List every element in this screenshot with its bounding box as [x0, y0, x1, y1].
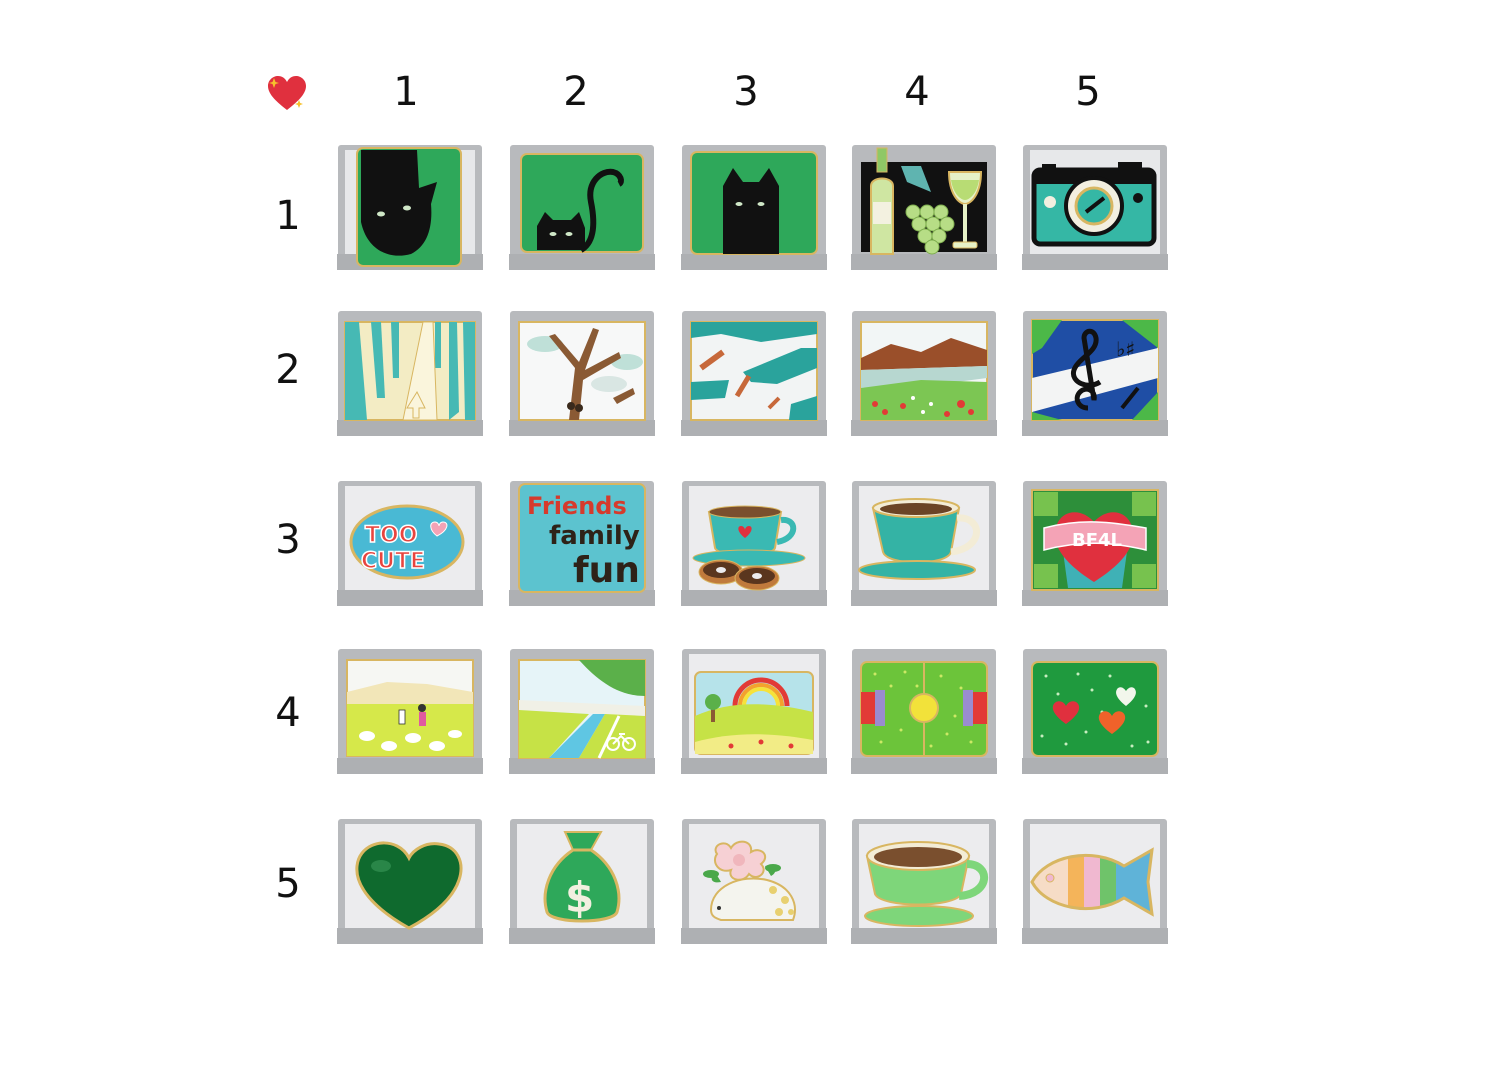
- bf4l-label: BF4L: [1072, 530, 1122, 551]
- row-number-4: 4: [275, 690, 301, 736]
- family-label: family: [549, 521, 640, 551]
- charm-meadow-people: [337, 646, 483, 776]
- charm-green-cup: [851, 816, 997, 946]
- row-number-5: 5: [275, 861, 301, 907]
- charm-flower-valley: [851, 308, 997, 438]
- charm-teal-cup: [851, 478, 997, 608]
- svg-text:♭♯: ♭♯: [1116, 337, 1135, 361]
- svg-text:$: $: [565, 873, 594, 922]
- row-number-3: 3: [275, 517, 301, 563]
- fun-label: fun: [573, 550, 640, 591]
- column-number-4: 4: [904, 69, 930, 115]
- charm-black-cat-sitting: [681, 142, 827, 272]
- charm-green-heart: [337, 816, 483, 946]
- charm-too-cute: TOO CUTE: [337, 478, 483, 608]
- charm-music-notes: ♭♯: [1022, 308, 1168, 438]
- friends-label: Friends: [527, 492, 627, 520]
- row-number-2: 2: [275, 347, 301, 393]
- cute-label: CUTE: [361, 549, 425, 574]
- charm-wine-and-grapes: [851, 142, 997, 272]
- charm-teal-camera: [1022, 142, 1168, 272]
- sparkling-heart-icon: [266, 74, 308, 114]
- column-number-3: 3: [733, 69, 759, 115]
- charm-money-bag: $: [509, 816, 655, 946]
- charm-hedgehog-flower: [681, 816, 827, 946]
- charm-striped-fish: [1022, 816, 1168, 946]
- charm-cat-with-tail: [509, 142, 655, 272]
- charm-glitter-hearts: [1022, 646, 1168, 776]
- charm-tree-lined-path: [337, 308, 483, 438]
- column-number-5: 5: [1075, 69, 1101, 115]
- column-number-1: 1: [393, 69, 419, 115]
- charm-soccer-field: [851, 646, 997, 776]
- row-number-1: 1: [275, 193, 301, 239]
- charm-snowy-tree: [509, 308, 655, 438]
- charm-snow-mountains: [681, 308, 827, 438]
- too-label: TOO: [365, 523, 417, 548]
- charm-river-bicycle: [509, 646, 655, 776]
- charm-black-cat-peeking: [337, 142, 483, 272]
- column-number-2: 2: [563, 69, 589, 115]
- charm-friends-family-fun: Friends family fun: [509, 478, 655, 608]
- charm-rainbow-hills: [681, 646, 827, 776]
- charm-bf4l-heart: BF4L: [1022, 478, 1168, 608]
- charm-coffee-and-donuts: [681, 478, 827, 608]
